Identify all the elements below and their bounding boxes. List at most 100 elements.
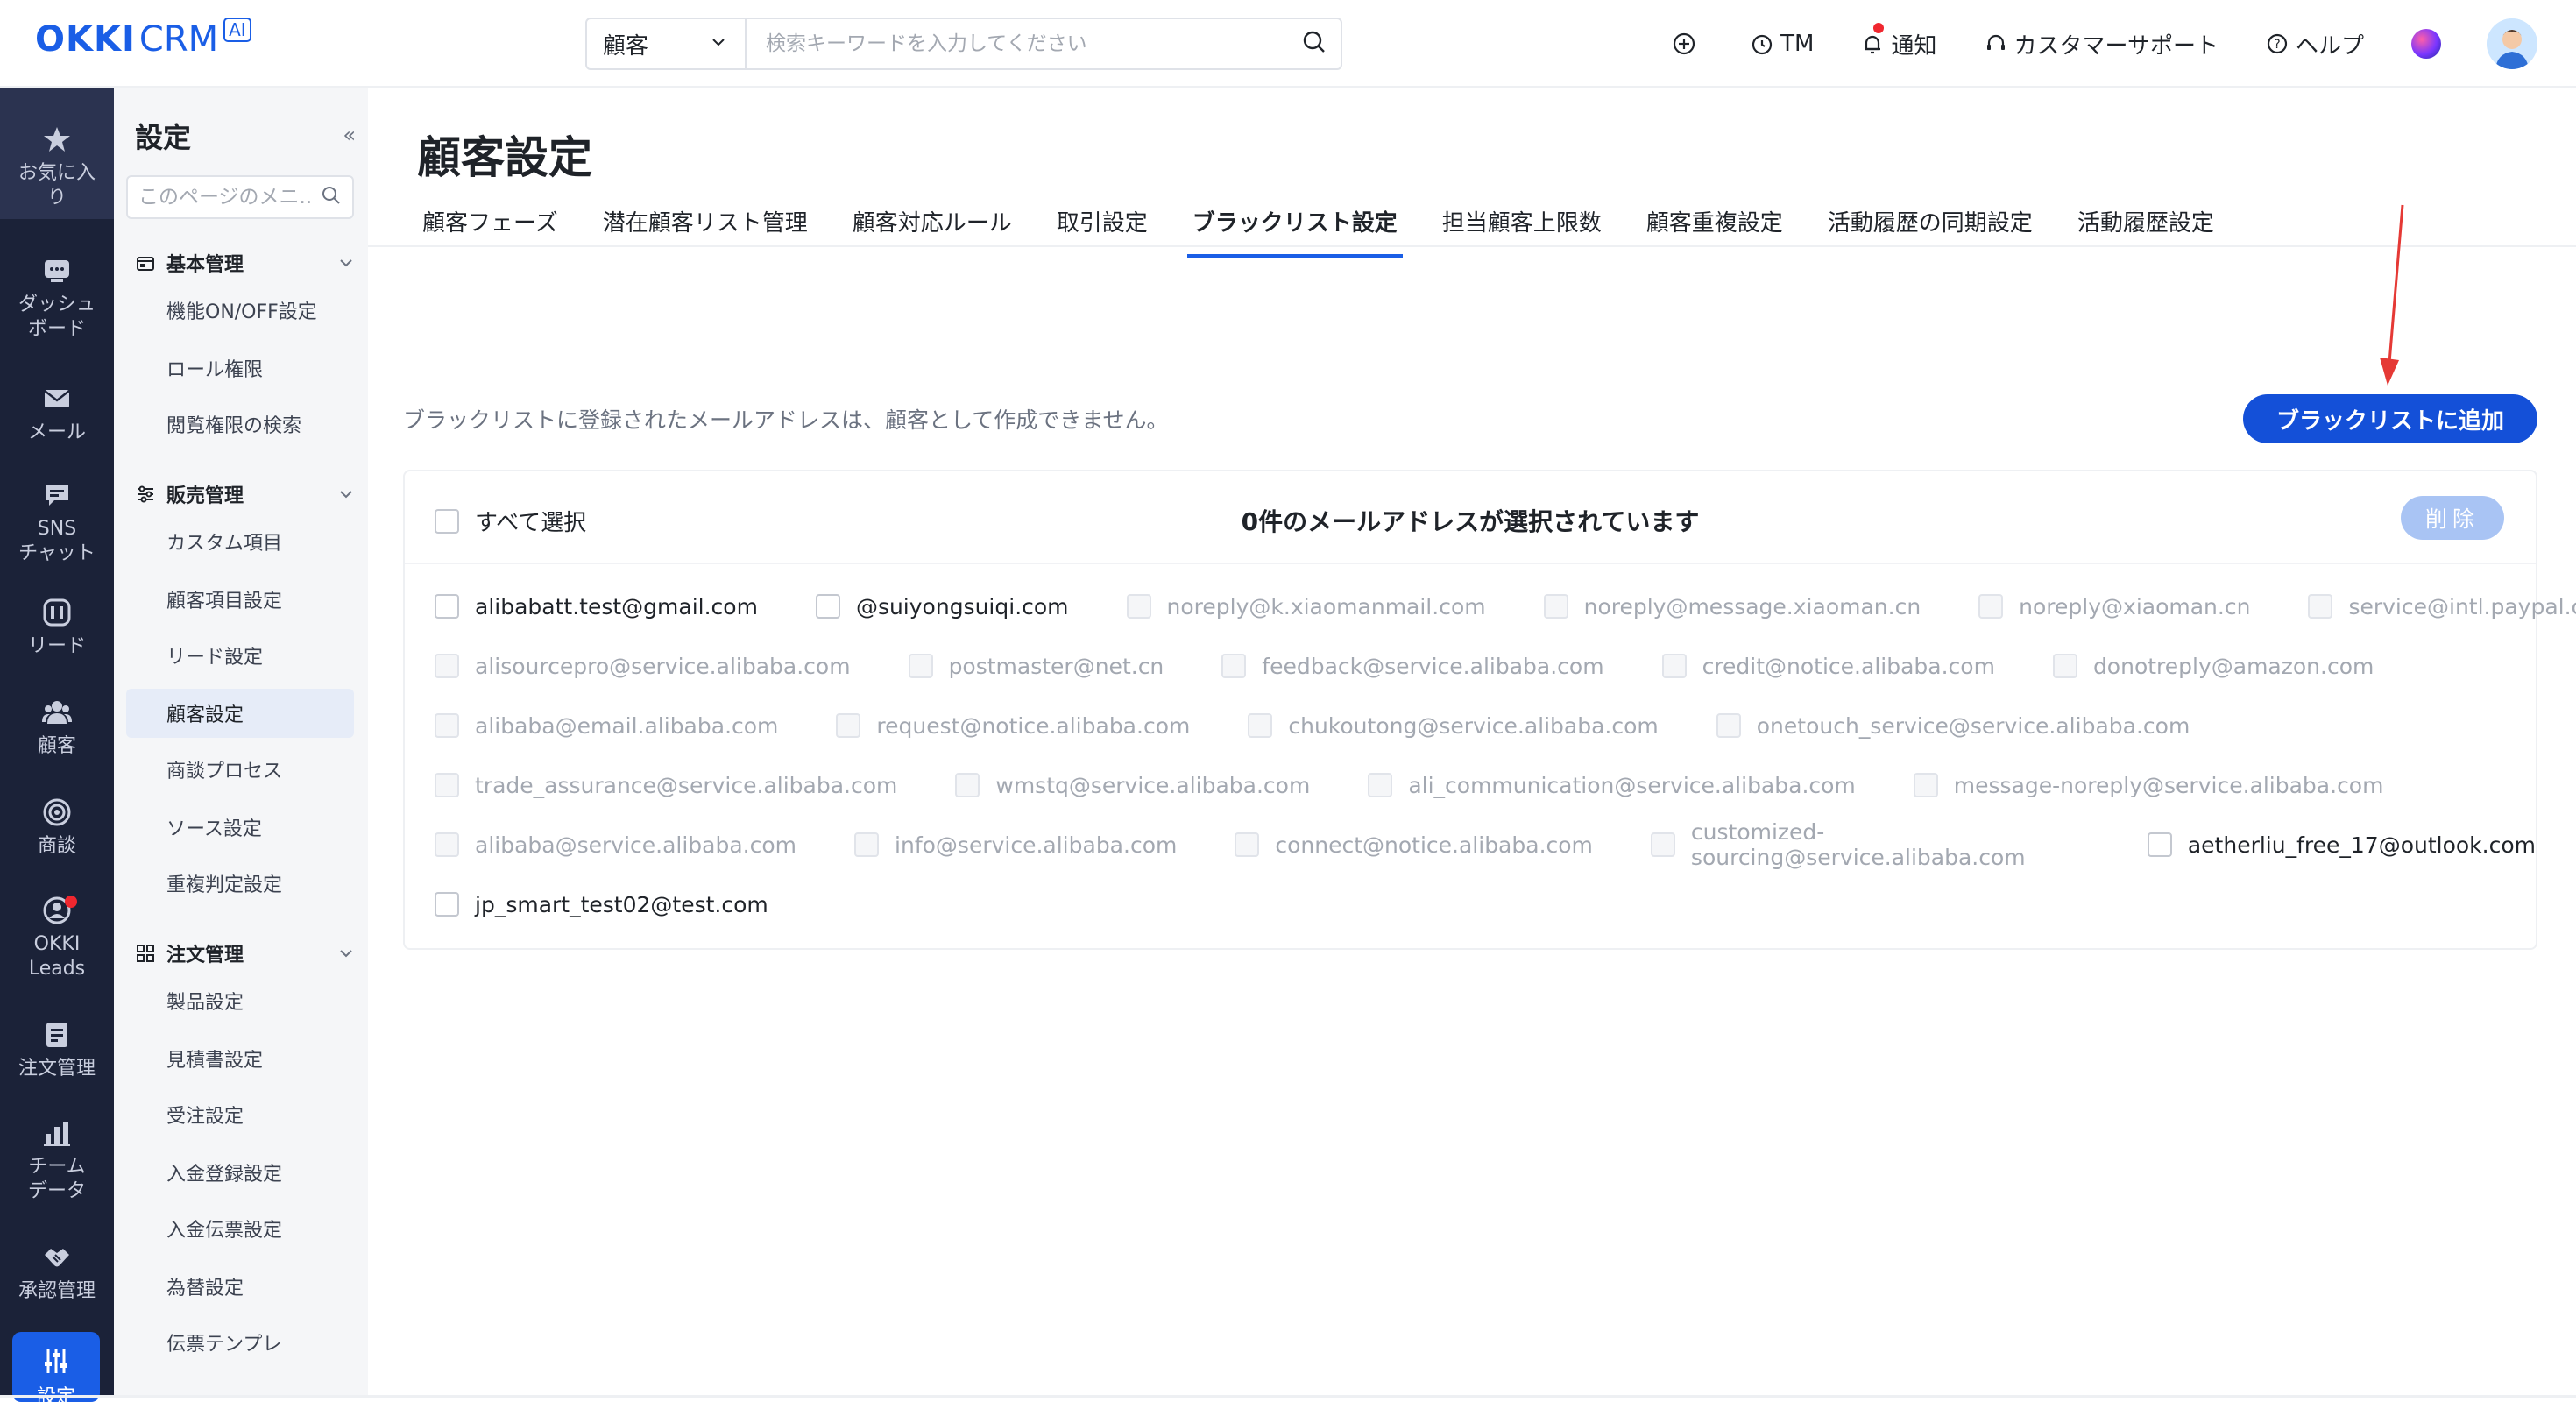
tab-response-rules[interactable]: 顧客対応ルール — [847, 202, 1017, 258]
bell-icon — [1861, 32, 1884, 55]
menu-item-role-permission[interactable]: ロール権限 — [126, 343, 354, 393]
menu-group-orders[interactable]: 注文管理 — [135, 939, 354, 967]
menu-item-feature-toggle[interactable]: 機能ON/OFF設定 — [126, 286, 354, 335]
menu-item-payment-settings[interactable]: 入金登録設定 — [126, 1148, 354, 1197]
nav-leads-label: リード — [27, 635, 86, 657]
nav-approval-label: 承認管理 — [18, 1280, 96, 1302]
menu-item-payment-slip-settings[interactable]: 入金伝票設定 — [126, 1204, 354, 1253]
submenu-search-input[interactable] — [138, 186, 321, 209]
nav-favorites[interactable]: お気に入 り — [0, 88, 114, 219]
menu-item-sales-order-settings[interactable]: 受注設定 — [126, 1090, 354, 1139]
collapse-menu-icon[interactable]: « — [343, 123, 356, 147]
blacklist-email-item: chukoutong@service.alibaba.com — [1248, 712, 1659, 739]
nav-dashboard[interactable]: ダッシュ ボード — [0, 256, 114, 342]
menu-item-source-settings[interactable]: ソース設定 — [126, 803, 354, 852]
email-checkbox[interactable] — [435, 892, 459, 917]
ai-assistant-icon[interactable] — [2411, 29, 2441, 59]
tab-customer-phase[interactable]: 顧客フェーズ — [417, 202, 563, 258]
menu-item-customer-settings[interactable]: 顧客設定 — [126, 689, 354, 738]
help-button[interactable]: ? ヘルプ — [2266, 28, 2364, 60]
menu-item-duplicate-rules[interactable]: 重複判定設定 — [126, 859, 354, 908]
top-header: OKKI CRM AI 顧客 TM — [0, 0, 2576, 88]
search-icon — [1302, 30, 1327, 58]
tab-blacklist-settings[interactable]: ブラックリスト設定 — [1186, 202, 1403, 258]
menu-item-lead-settings[interactable]: リード設定 — [126, 631, 354, 680]
email-address: donotreply@amazon.com — [2092, 653, 2374, 679]
nav-leads[interactable]: リード — [0, 598, 114, 659]
email-address: request@notice.alibaba.com — [876, 712, 1191, 739]
okki-crm-logo[interactable]: OKKI CRM AI — [35, 18, 251, 68]
delete-button[interactable]: 削除 — [2401, 496, 2504, 540]
email-row: alibaba@service.alibaba.com info@service.… — [435, 819, 2536, 870]
nav-sns-chat[interactable]: SNS チャット — [0, 480, 114, 566]
tab-transaction-settings[interactable]: 取引設定 — [1051, 202, 1153, 258]
email-address: connect@notice.alibaba.com — [1275, 832, 1593, 858]
menu-item-deal-process[interactable]: 商談プロセス — [126, 745, 354, 794]
email-checkbox — [435, 713, 459, 738]
menu-item-product-settings[interactable]: 製品設定 — [126, 976, 354, 1025]
search-input[interactable] — [747, 19, 1288, 68]
nav-orders[interactable]: 注文管理 — [0, 1020, 114, 1081]
nav-deals[interactable]: 商談 — [0, 797, 114, 859]
email-checkbox[interactable] — [435, 594, 459, 619]
menu-item-document-templates[interactable]: 伝票テンプレ — [126, 1318, 354, 1367]
user-avatar[interactable] — [2487, 18, 2537, 69]
email-address: message-noreply@service.alibaba.com — [1953, 772, 2384, 798]
blacklist-email-item[interactable]: aetherliu_free_17@outlook.com — [2147, 832, 2536, 858]
search-scope-select[interactable]: 顧客 — [587, 19, 747, 68]
nav-settings[interactable]: 設定 — [12, 1332, 100, 1408]
email-checkbox — [1650, 832, 1675, 857]
menu-item-view-permission-search[interactable]: 閲覧権限の検索 — [126, 400, 354, 449]
email-address: alibaba@service.alibaba.com — [475, 832, 797, 858]
email-checkbox — [435, 654, 459, 678]
email-checkbox — [1248, 713, 1273, 738]
plus-circle-icon — [1672, 32, 1696, 56]
email-address: info@service.alibaba.com — [895, 832, 1178, 858]
clock-icon — [1751, 32, 1773, 55]
nav-approval[interactable]: 承認管理 — [0, 1243, 114, 1304]
menu-group-basic-label: 基本管理 — [166, 254, 244, 276]
nav-sns-label-2: チャット — [18, 542, 96, 564]
nav-mail[interactable]: メール — [0, 384, 114, 445]
customer-support-button[interactable]: カスタマーサポート — [1985, 28, 2219, 60]
email-address: aetherliu_free_17@outlook.com — [2187, 832, 2536, 858]
add-to-blacklist-button[interactable]: ブラックリストに追加 — [2242, 394, 2537, 443]
email-address: @suiyongsuiqi.com — [855, 593, 1069, 620]
blacklist-email-item[interactable]: @suiyongsuiqi.com — [815, 593, 1069, 620]
menu-group-sales[interactable]: 販売管理 — [135, 480, 354, 508]
email-checkbox — [1235, 832, 1260, 857]
nav-team-data[interactable]: チーム データ — [0, 1118, 114, 1204]
tab-potential-list[interactable]: 潜在顧客リスト管理 — [598, 202, 813, 258]
email-checkbox[interactable] — [815, 594, 840, 619]
email-checkbox — [1221, 654, 1247, 678]
blacklist-email-item[interactable]: alibabatt.test@gmail.com — [435, 594, 758, 620]
tm-button[interactable]: TM — [1751, 31, 1814, 57]
blacklist-email-item: service@intl.paypal.com — [2308, 594, 2576, 620]
blacklist-email-item: connect@notice.alibaba.com — [1235, 832, 1593, 858]
email-address: chukoutong@service.alibaba.com — [1288, 712, 1659, 739]
notification-button[interactable]: 通知 — [1861, 22, 1937, 60]
tab-activity-sync[interactable]: 活動履歴の同期設定 — [1822, 202, 2038, 258]
menu-item-customer-fields[interactable]: 顧客項目設定 — [126, 575, 354, 624]
chat-icon — [42, 480, 72, 510]
search-icon[interactable] — [321, 185, 342, 209]
nav-okki-leads[interactable]: OKKI Leads — [0, 896, 114, 981]
customers-icon — [42, 697, 72, 727]
menu-item-exchange-rate[interactable]: 為替設定 — [126, 1262, 354, 1311]
menu-item-custom-fields[interactable]: カスタム項目 — [126, 517, 354, 566]
tab-duplicate-settings[interactable]: 顧客重複設定 — [1641, 202, 1788, 258]
headset-icon — [1985, 32, 2007, 55]
email-checkbox[interactable] — [2147, 832, 2172, 857]
tab-activity-settings[interactable]: 活動履歴設定 — [2072, 202, 2219, 258]
quick-create-button[interactable] — [1672, 32, 1703, 56]
search-button[interactable] — [1288, 19, 1341, 68]
email-checkbox — [1368, 773, 1393, 797]
email-address: noreply@k.xiaomanmail.com — [1166, 593, 1486, 620]
tab-customer-limit[interactable]: 担当顧客上限数 — [1437, 202, 1607, 258]
blacklist-email-item[interactable]: jp_smart_test02@test.com — [435, 892, 768, 917]
target-icon — [42, 797, 72, 827]
menu-item-quote-settings[interactable]: 見積書設定 — [126, 1034, 354, 1083]
menu-group-basic[interactable]: 基本管理 — [135, 249, 354, 277]
help-circle-icon: ? — [2266, 32, 2289, 55]
nav-customers[interactable]: 顧客 — [0, 697, 114, 759]
